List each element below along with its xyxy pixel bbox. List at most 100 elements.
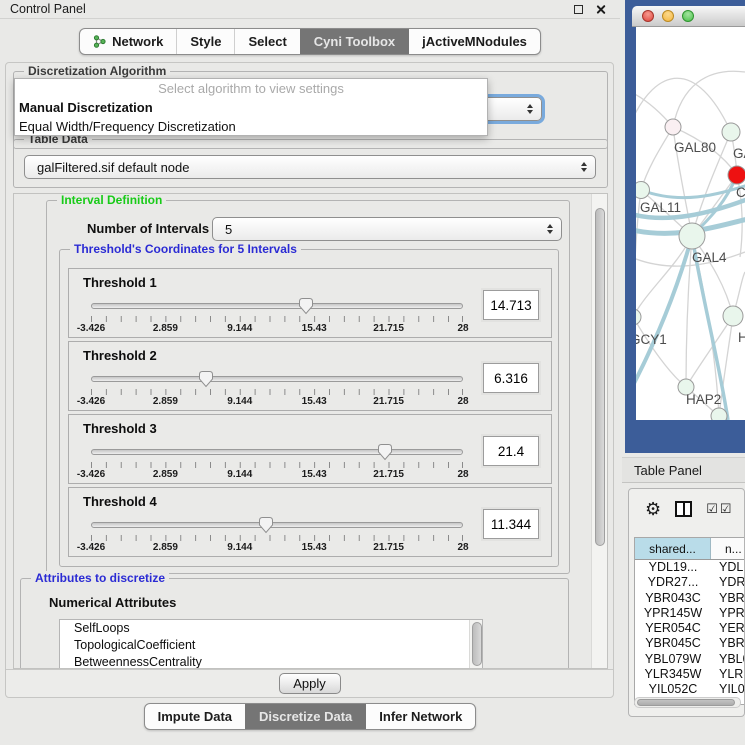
algorithm-option-prompt[interactable]: Select algorithm to view settings: [15, 79, 487, 98]
table-cell: YBR0: [711, 636, 744, 651]
threshold-4-slider-track[interactable]: [91, 522, 463, 528]
list-item[interactable]: TopologicalCoefficient: [60, 637, 482, 654]
slider-scale-label: 21.715: [373, 542, 404, 553]
algorithm-option-manual-discretization[interactable]: Manual Discretization: [15, 98, 487, 117]
tab-select[interactable]: Select: [234, 29, 299, 54]
scrollbar-thumb[interactable]: [637, 699, 735, 706]
mac-minimize-button[interactable]: [662, 10, 674, 22]
threshold-3-label: Threshold 3: [83, 421, 157, 436]
tab-network[interactable]: Network: [80, 29, 176, 54]
bottom-tabbar: Impute Data Discretize Data Infer Networ…: [144, 703, 477, 730]
float-window-icon[interactable]: [574, 5, 583, 14]
threshold-3-slider-track[interactable]: [91, 449, 463, 455]
table-panel: ⚙ ☑☑ shared... n... YDL19...YDL1YDR27...…: [628, 488, 745, 717]
slider-scale-label: 15.43: [302, 323, 327, 334]
node-label-gal80: GAL80: [674, 140, 716, 155]
mac-zoom-button[interactable]: [682, 10, 694, 22]
scrollbar-thumb[interactable]: [472, 622, 482, 666]
network-node-gal80[interactable]: [665, 119, 681, 135]
threshold-2-value-field[interactable]: [483, 363, 539, 393]
apply-button[interactable]: Apply: [279, 673, 341, 694]
node-label-hap2: HAP2: [686, 392, 721, 407]
table-row[interactable]: YPR145WYPR1: [635, 606, 744, 621]
tab-infer-network-label: Infer Network: [379, 709, 462, 724]
threshold-4-panel: Threshold 4 -3.4262.8599.14415.4321.7152…: [68, 487, 552, 557]
node-label-ga: GA: [733, 146, 745, 161]
table-row[interactable]: YBL079WYBL0: [635, 652, 744, 667]
table-panel-title: Table Panel: [634, 463, 702, 478]
algorithm-option-equal-width-frequency[interactable]: Equal Width/Frequency Discretization: [15, 117, 487, 136]
network-node-right[interactable]: [723, 306, 743, 326]
table-row[interactable]: YBR043CYBR0: [635, 591, 744, 606]
network-node-gal11[interactable]: [636, 182, 650, 199]
slider-scale-label: -3.426: [77, 323, 105, 334]
threshold-2-slider-track[interactable]: [91, 376, 463, 382]
close-icon[interactable]: [595, 4, 606, 15]
mac-close-button[interactable]: [642, 10, 654, 22]
threshold-3-slider-thumb[interactable]: [377, 443, 393, 461]
number-of-intervals-combobox[interactable]: 5: [212, 217, 562, 241]
node-label-h: H: [738, 330, 745, 345]
network-node-red[interactable]: [728, 166, 745, 184]
table-row[interactable]: YDL19...YDL1: [635, 560, 744, 575]
threshold-1-slider-thumb[interactable]: [298, 297, 314, 315]
table-cell: YDR27...: [635, 575, 711, 590]
tab-infer-network[interactable]: Infer Network: [365, 704, 475, 729]
network-canvas[interactable]: GAL80 GA C GAL11 GAL4 GCY1 H HAP2: [636, 27, 745, 420]
network-node-top-right[interactable]: [722, 123, 740, 141]
table-row[interactable]: YBR045CYBR0: [635, 636, 744, 651]
slider-scale-label: -3.426: [77, 469, 105, 480]
tab-discretize-data[interactable]: Discretize Data: [245, 704, 365, 729]
scrollbar-thumb[interactable]: [595, 208, 605, 546]
table-row[interactable]: YIL052CYIL0: [635, 682, 744, 697]
column-header-name[interactable]: n...: [711, 538, 744, 559]
thresholds-group: Threshold's Coordinates for 5 Intervals …: [59, 249, 559, 567]
network-node-gcy1[interactable]: [636, 309, 641, 325]
list-item[interactable]: BetweennessCentrality: [60, 654, 482, 669]
column-header-shared-name[interactable]: shared...: [635, 538, 711, 559]
threshold-2-slider-thumb[interactable]: [198, 370, 214, 388]
settings-scrollpane: Interval Definition Number of Intervals …: [13, 193, 608, 669]
threshold-4-slider-thumb[interactable]: [258, 516, 274, 534]
threshold-3-panel: Threshold 3 -3.4262.8599.14415.4321.7152…: [68, 414, 552, 484]
table-cell: YBL0: [711, 652, 744, 667]
table-cell: YLR345W: [635, 667, 711, 682]
interval-definition-label: Interval Definition: [57, 193, 166, 207]
gear-icon[interactable]: ⚙: [645, 500, 661, 518]
slider-scale-label: 28: [457, 542, 468, 553]
threshold-1-slider-track[interactable]: [91, 303, 463, 309]
threshold-4-value-field[interactable]: [483, 509, 539, 539]
numerical-attributes-heading: Numerical Attributes: [49, 595, 176, 610]
table-row[interactable]: YDR27...YDR2: [635, 575, 744, 590]
threshold-1-value-field[interactable]: [483, 290, 539, 320]
split-columns-icon[interactable]: [675, 501, 692, 517]
attributes-group-label: Attributes to discretize: [31, 571, 169, 585]
network-window-titlebar[interactable]: [632, 6, 745, 27]
table-row[interactable]: YLR345WYLR3: [635, 667, 744, 682]
settings-vertical-scrollbar[interactable]: [591, 194, 607, 668]
slider-scale-label: -3.426: [77, 396, 105, 407]
tab-jactivemnodules[interactable]: jActiveMNodules: [408, 29, 540, 54]
slider-scale-label: 9.144: [227, 469, 252, 480]
select-columns-icon[interactable]: ☑☑: [706, 501, 733, 517]
tab-style[interactable]: Style: [176, 29, 234, 54]
node-label-gal11: GAL11: [640, 200, 681, 215]
list-item[interactable]: SelfLoops: [60, 620, 482, 637]
attributes-list-scrollbar[interactable]: [469, 620, 482, 669]
slider-scale-label: 28: [457, 469, 468, 480]
threshold-3-value-field[interactable]: [483, 436, 539, 466]
table-panel-header: Table Panel: [622, 457, 745, 483]
network-node-bottom[interactable]: [711, 408, 727, 420]
control-panel-titlebar: Control Panel: [0, 0, 620, 19]
table-cell: YPR1: [711, 606, 744, 621]
table-row[interactable]: YER054CYER0: [635, 621, 744, 636]
table-cell: YBR043C: [635, 591, 711, 606]
node-table: shared... n... YDL19...YDL1YDR27...YDR2Y…: [634, 537, 744, 705]
network-node-gal4[interactable]: [679, 223, 705, 249]
table-data-combobox[interactable]: galFiltered.sif default node: [24, 155, 596, 179]
table-horizontal-scrollbar[interactable]: [634, 697, 741, 708]
tab-impute-data[interactable]: Impute Data: [145, 704, 245, 729]
table-data-group: Table Data galFiltered.sif default node: [13, 139, 608, 188]
tab-cyni-toolbox[interactable]: Cyni Toolbox: [300, 29, 408, 54]
network-icon: [93, 35, 106, 48]
